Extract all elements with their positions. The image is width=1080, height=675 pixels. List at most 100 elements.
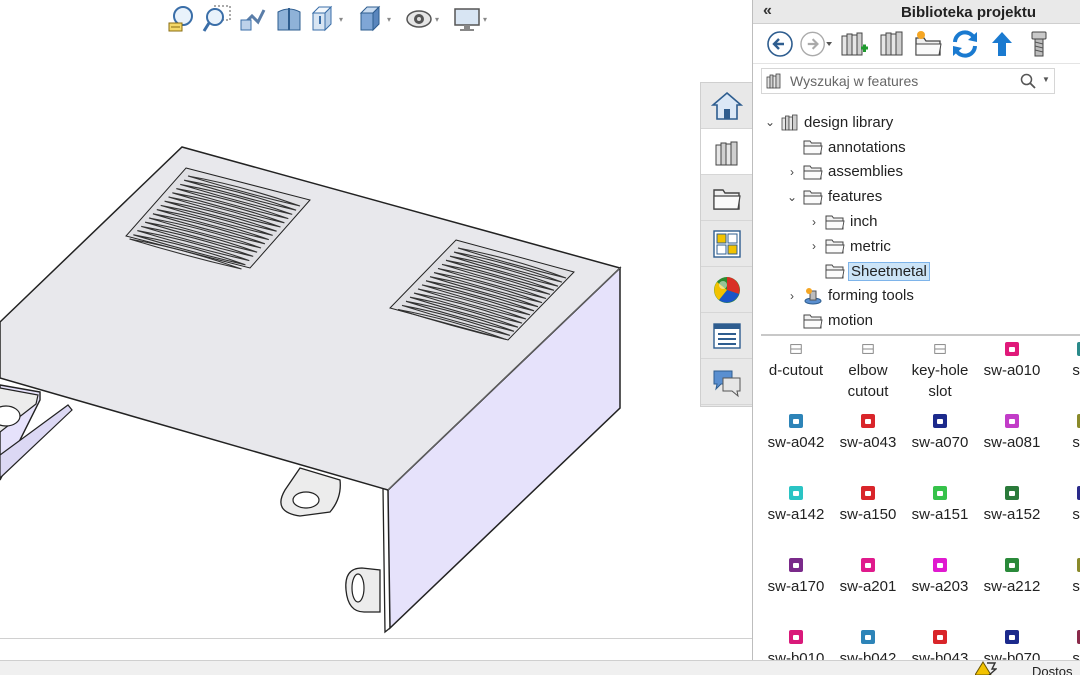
library-item[interactable]: sw- <box>1048 558 1080 597</box>
library-item[interactable]: sw-a081 <box>976 414 1048 453</box>
item-label: sw-a203 <box>911 578 969 595</box>
library-item[interactable]: sw-a203 <box>904 558 976 597</box>
library-item[interactable]: sw- <box>1048 414 1080 453</box>
item-label: sw-a081 <box>983 434 1041 451</box>
item-label: d-cutout <box>768 362 824 379</box>
tab-solidworks-resources[interactable] <box>701 83 753 129</box>
search-icon[interactable] <box>1020 73 1036 89</box>
item-thumbnail-icon <box>933 342 947 356</box>
forum-icon <box>713 370 741 397</box>
expand-chevron-icon[interactable]: › <box>807 215 821 229</box>
tab-custom-properties[interactable] <box>701 313 753 359</box>
folder-icon <box>825 238 845 254</box>
tab-appearances[interactable] <box>701 267 753 313</box>
library-item[interactable]: sw- <box>1048 486 1080 525</box>
tab-file-explorer[interactable] <box>701 175 753 221</box>
tree-item-label: design library <box>804 113 894 131</box>
item-label: sw-a142 <box>767 506 825 523</box>
display-style-icon[interactable]: ▾ <box>356 2 402 36</box>
new-folder-icon <box>914 30 942 56</box>
tree-item-motion[interactable]: motion <box>753 308 1080 333</box>
library-item[interactable]: sw-a152 <box>976 486 1048 525</box>
library-item[interactable]: elbow cutout <box>832 342 904 402</box>
tree-item-forming-tools[interactable]: › forming tools <box>753 284 1080 309</box>
tab-design-library[interactable] <box>701 129 753 175</box>
add-file-location-button[interactable] <box>874 27 907 61</box>
item-label: key-hole slot <box>911 362 969 400</box>
file-location-icon <box>880 31 902 55</box>
toolbox-button[interactable] <box>1022 27 1055 61</box>
forward-button[interactable] <box>800 27 833 61</box>
library-item[interactable]: sw- <box>1048 342 1080 381</box>
search-input[interactable] <box>790 72 1010 90</box>
tree-item-sheetmetal[interactable]: Sheetmetal <box>753 259 1080 284</box>
library-item[interactable]: d-cutout <box>760 342 832 381</box>
search-options-chevron-icon[interactable]: ▼ <box>1042 75 1050 84</box>
collapse-chevron-icon[interactable]: ⌄ <box>763 115 777 129</box>
view-orientation-icon[interactable]: ▾ <box>308 2 354 36</box>
library-item[interactable]: sw-a042 <box>760 414 832 453</box>
task-pane-tabs <box>700 82 753 407</box>
item-thumbnail-icon <box>789 630 803 644</box>
view-settings-icon[interactable]: ▾ <box>452 2 498 36</box>
library-item[interactable]: sw-b043 <box>904 630 976 660</box>
tab-view-palette[interactable] <box>701 221 753 267</box>
library-item[interactable]: sw-b010 <box>760 630 832 660</box>
folder-icon <box>803 189 823 205</box>
collapse-chevron-icon[interactable]: ⌄ <box>785 190 799 204</box>
item-label: sw-a212 <box>983 578 1041 595</box>
expand-chevron-icon[interactable]: › <box>807 239 821 253</box>
folder-icon <box>803 164 823 180</box>
library-item[interactable]: sw-a043 <box>832 414 904 453</box>
library-item[interactable]: sw-a010 <box>976 342 1048 381</box>
status-text: Dostos <box>1032 664 1073 675</box>
up-one-level-button[interactable] <box>985 27 1018 61</box>
tree-item-label: metric <box>850 237 891 255</box>
tree-item-metric[interactable]: › metric <box>753 234 1080 259</box>
forward-arrow-icon <box>800 31 833 56</box>
zoom-to-area-icon[interactable] <box>200 2 234 36</box>
section-view-icon[interactable] <box>272 2 306 36</box>
library-item[interactable]: sw-a151 <box>904 486 976 525</box>
tree-item-features[interactable]: ⌄ features <box>753 184 1080 209</box>
library-item[interactable]: sw-b042 <box>832 630 904 660</box>
tree-item-annotations[interactable]: annotations <box>753 135 1080 160</box>
expand-chevron-icon[interactable]: › <box>785 289 799 303</box>
add-to-library-icon <box>841 32 868 55</box>
library-item[interactable]: sw-b070 <box>976 630 1048 660</box>
rebuild-warning-icon[interactable] <box>975 661 997 675</box>
library-item[interactable]: sw-a170 <box>760 558 832 597</box>
item-label: sw-a150 <box>839 506 897 523</box>
refresh-button[interactable] <box>948 27 981 61</box>
library-item[interactable]: sw-a070 <box>904 414 976 453</box>
library-item[interactable]: sw-a212 <box>976 558 1048 597</box>
item-label: sw-b010 <box>767 650 825 660</box>
search-box: ▼ <box>761 68 1055 94</box>
library-item[interactable]: sw-a150 <box>832 486 904 525</box>
pane-splitter[interactable] <box>761 334 1080 336</box>
add-to-library-button[interactable] <box>837 27 870 61</box>
library-item[interactable]: sw-a142 <box>760 486 832 525</box>
tab-forum[interactable] <box>701 359 753 405</box>
hide-show-items-icon[interactable]: ▾ <box>404 2 450 36</box>
tree-item-assemblies[interactable]: › assemblies <box>753 160 1080 185</box>
item-thumbnail-icon <box>933 414 947 428</box>
tree-item-label: inch <box>850 213 878 231</box>
item-thumbnail-icon <box>1005 342 1019 356</box>
library-item[interactable]: sw- <box>1048 630 1080 660</box>
graphics-area[interactable]: ▾ ▾ ▾ ▾ <box>0 0 752 640</box>
expand-chevron-icon[interactable]: › <box>785 165 799 179</box>
tree-item-label: Sheetmetal <box>848 261 930 281</box>
item-thumbnail-icon <box>1005 558 1019 572</box>
library-item[interactable]: key-hole slot <box>904 342 976 402</box>
previous-view-icon[interactable] <box>236 2 270 36</box>
tree-item-inch[interactable]: › inch <box>753 209 1080 234</box>
item-label: sw- <box>1072 650 1080 660</box>
sheetmetal-enclosure-model[interactable] <box>0 0 752 640</box>
tree-item-design-library[interactable]: ⌄ design library <box>753 110 1080 135</box>
create-new-folder-button[interactable] <box>911 27 944 61</box>
item-thumbnail-icon <box>933 630 947 644</box>
back-button[interactable] <box>763 27 796 61</box>
zoom-to-fit-icon[interactable] <box>164 2 198 36</box>
library-item[interactable]: sw-a201 <box>832 558 904 597</box>
